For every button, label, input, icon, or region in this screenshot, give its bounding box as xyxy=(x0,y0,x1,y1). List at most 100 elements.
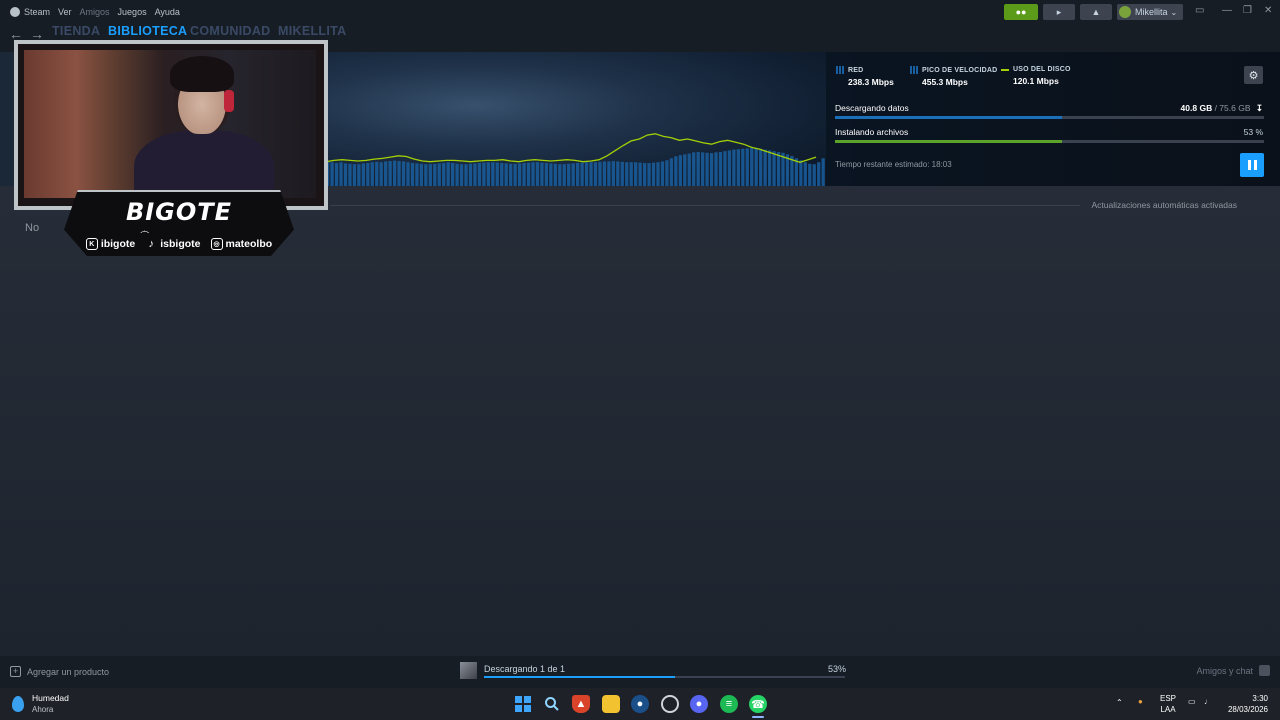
windows-start-icon[interactable] xyxy=(514,695,532,713)
network-bar xyxy=(759,148,763,186)
network-bar xyxy=(558,164,562,186)
network-icon[interactable]: ▭ xyxy=(1188,697,1196,706)
menu-amigos[interactable]: Amigos xyxy=(80,7,110,17)
network-bar xyxy=(634,162,638,186)
humidity-icon xyxy=(12,695,24,712)
notifications-button[interactable]: ▲ xyxy=(1080,4,1112,20)
network-bar xyxy=(683,154,687,186)
menu-ayuda[interactable]: Ayuda xyxy=(155,7,180,17)
tab-comunidad[interactable]: COMUNIDAD xyxy=(190,24,270,38)
network-bar xyxy=(772,151,776,186)
network-bar xyxy=(660,161,665,186)
clock[interactable]: 3:30 28/03/2026 xyxy=(1224,694,1268,714)
steam-taskbar-icon[interactable]: ● xyxy=(631,695,649,713)
headset-icon xyxy=(224,90,234,112)
download-settings-button[interactable]: ⚙ xyxy=(1244,66,1263,84)
network-bar xyxy=(361,163,365,186)
network-bar xyxy=(464,164,468,186)
language-indicator[interactable]: ESP LAA xyxy=(1160,694,1176,714)
network-bar xyxy=(665,160,669,186)
social-twitch-kick: K ibigote xyxy=(85,238,135,250)
menu-ver[interactable]: Ver xyxy=(58,7,72,17)
social-tiktok: ♪ isbigote xyxy=(145,238,200,250)
microphone-icon[interactable]: ● xyxy=(1138,697,1143,706)
webcam-feed xyxy=(24,50,316,198)
network-bar xyxy=(473,163,477,186)
network-bar xyxy=(562,164,566,186)
network-bar xyxy=(750,147,754,186)
download-status[interactable]: Descargando 1 de 1 xyxy=(484,664,565,674)
obs-icon[interactable] xyxy=(661,695,679,713)
network-bar xyxy=(701,152,705,186)
downloading-label: Descargando datos xyxy=(835,103,909,113)
network-bar xyxy=(419,163,424,186)
network-bar xyxy=(357,164,361,186)
steam-logo-icon[interactable] xyxy=(10,7,20,17)
friends-chat-button[interactable]: Amigos y chat xyxy=(1196,665,1270,676)
network-bar xyxy=(540,162,544,186)
tiktok-icon: ♪ xyxy=(148,238,154,250)
network-bar xyxy=(674,156,678,186)
big-picture-icon[interactable]: ▭ xyxy=(1195,5,1204,16)
network-bar xyxy=(392,160,397,186)
weather-widget[interactable]: Humedad Ahora xyxy=(12,693,69,714)
volume-icon[interactable]: ♩ xyxy=(1204,697,1212,706)
status-progress-bar xyxy=(484,676,845,678)
pause-icon xyxy=(1246,160,1258,170)
network-bar xyxy=(486,162,490,186)
friends-button[interactable]: ●● xyxy=(1004,4,1038,20)
network-bar xyxy=(620,161,624,186)
network-bar xyxy=(517,163,522,186)
network-bar xyxy=(455,163,459,186)
install-progress-bar xyxy=(835,140,1264,143)
add-product-button[interactable]: + Agregar un producto xyxy=(10,666,109,677)
network-bar xyxy=(736,149,740,186)
network-bar xyxy=(406,162,410,186)
minimize-icon[interactable]: — xyxy=(1222,5,1232,16)
download-icon: ↧ xyxy=(1255,103,1263,113)
steam-menubar: Steam Ver Amigos Juegos Ayuda ●● ▸ ▲ Mik… xyxy=(0,0,1280,24)
webcam-overlay: BIGOTE ෴ K ibigote ♪ isbigote ◎ mateolbo xyxy=(14,40,328,256)
network-bar xyxy=(397,161,401,186)
network-bar xyxy=(616,161,620,186)
brand-logo: BIGOTE xyxy=(125,198,233,226)
network-bar xyxy=(589,162,593,186)
network-bar xyxy=(718,151,723,186)
chevron-down-icon: ⌄ xyxy=(1170,7,1178,17)
close-icon[interactable]: ✕ xyxy=(1264,5,1272,16)
maximize-icon[interactable]: ❐ xyxy=(1243,5,1252,16)
download-graph xyxy=(326,133,825,186)
discord-icon[interactable]: ● xyxy=(690,695,708,713)
network-bar xyxy=(584,162,589,186)
bell-icon: ▲ xyxy=(1091,7,1101,17)
menu-steam[interactable]: Steam xyxy=(24,7,50,17)
steam-statusbar: + Agregar un producto Descargando 1 de 1… xyxy=(0,656,1280,688)
announcements-button[interactable]: ▸ xyxy=(1043,4,1075,20)
tab-biblioteca[interactable]: BIBLIOTECA xyxy=(108,24,187,38)
network-bar xyxy=(642,163,647,186)
file-explorer-icon[interactable] xyxy=(602,695,620,713)
network-bar xyxy=(384,161,388,186)
tab-profile[interactable]: MIKELLITA xyxy=(278,24,346,38)
network-bar xyxy=(638,162,642,186)
network-bar xyxy=(812,164,816,186)
spotify-icon[interactable]: ≡ xyxy=(720,695,738,713)
network-bar xyxy=(709,153,714,186)
menu-juegos[interactable]: Juegos xyxy=(118,7,147,17)
twitch-kick-icon: K xyxy=(85,238,98,250)
network-bar xyxy=(727,150,732,186)
mustache-icon: ෴ xyxy=(140,226,150,237)
tray-overflow-icon[interactable]: ⌃ xyxy=(1116,698,1123,707)
whatsapp-icon[interactable]: ☎ xyxy=(749,695,767,713)
search-icon[interactable] xyxy=(543,695,561,713)
game-thumbnail[interactable] xyxy=(460,662,477,679)
auto-updates-label: Actualizaciones automáticas activadas xyxy=(1091,200,1237,210)
pause-button[interactable] xyxy=(1240,153,1264,177)
network-bar xyxy=(366,163,370,186)
account-menu-button[interactable]: Mikellita ⌄ xyxy=(1117,4,1183,20)
tab-tienda[interactable]: TIENDA xyxy=(52,24,100,38)
network-bar xyxy=(723,151,727,186)
network-bar xyxy=(593,162,598,186)
network-bar xyxy=(629,162,633,186)
brave-icon[interactable]: ▲ xyxy=(572,695,590,713)
